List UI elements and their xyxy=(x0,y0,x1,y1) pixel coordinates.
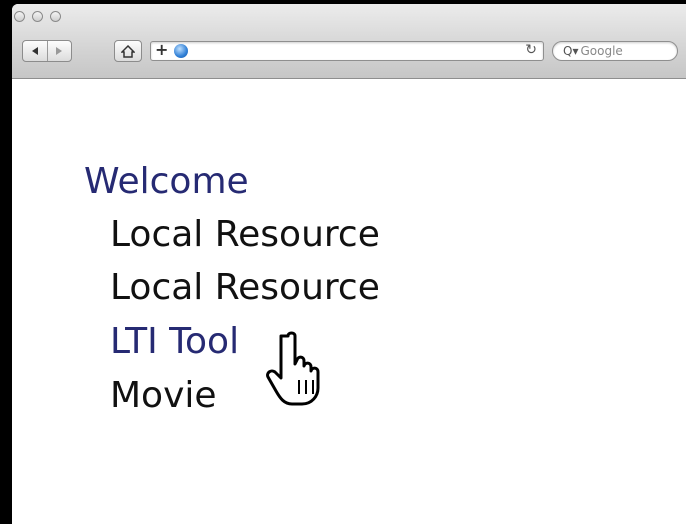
nav-item-local-resource-1: Local Resource xyxy=(110,214,380,255)
back-arrow-icon xyxy=(31,47,38,55)
back-button[interactable] xyxy=(23,41,47,61)
page-content: Welcome Local Resource Local Resource LT… xyxy=(12,79,686,519)
nav-link-welcome[interactable]: Welcome xyxy=(84,162,249,202)
zoom-window-button[interactable] xyxy=(50,11,61,22)
close-window-button[interactable] xyxy=(14,11,25,22)
browser-toolbar: + ↻ Q▾ Google xyxy=(12,4,686,79)
minimize-window-button[interactable] xyxy=(32,11,43,22)
hand-pointer-icon xyxy=(266,331,320,406)
back-forward-buttons xyxy=(22,40,72,62)
search-icon: Q▾ xyxy=(563,44,579,58)
globe-icon xyxy=(174,44,188,58)
nav-link-lti-tool[interactable]: LTI Tool xyxy=(110,322,239,362)
forward-button[interactable] xyxy=(46,41,72,61)
address-bar[interactable]: + ↻ xyxy=(150,40,544,61)
search-field[interactable]: Q▾ Google xyxy=(552,41,678,61)
plus-icon[interactable]: + xyxy=(155,40,168,59)
forward-arrow-icon xyxy=(56,47,63,55)
browser-window: + ↻ Q▾ Google Welcome Local Resource Loc… xyxy=(12,4,686,524)
nav-item-movie: Movie xyxy=(110,375,217,416)
reload-icon[interactable]: ↻ xyxy=(525,42,537,58)
home-icon xyxy=(121,44,135,58)
home-button[interactable] xyxy=(114,40,142,62)
nav-item-local-resource-2: Local Resource xyxy=(110,267,380,308)
search-placeholder: Google xyxy=(580,44,623,58)
